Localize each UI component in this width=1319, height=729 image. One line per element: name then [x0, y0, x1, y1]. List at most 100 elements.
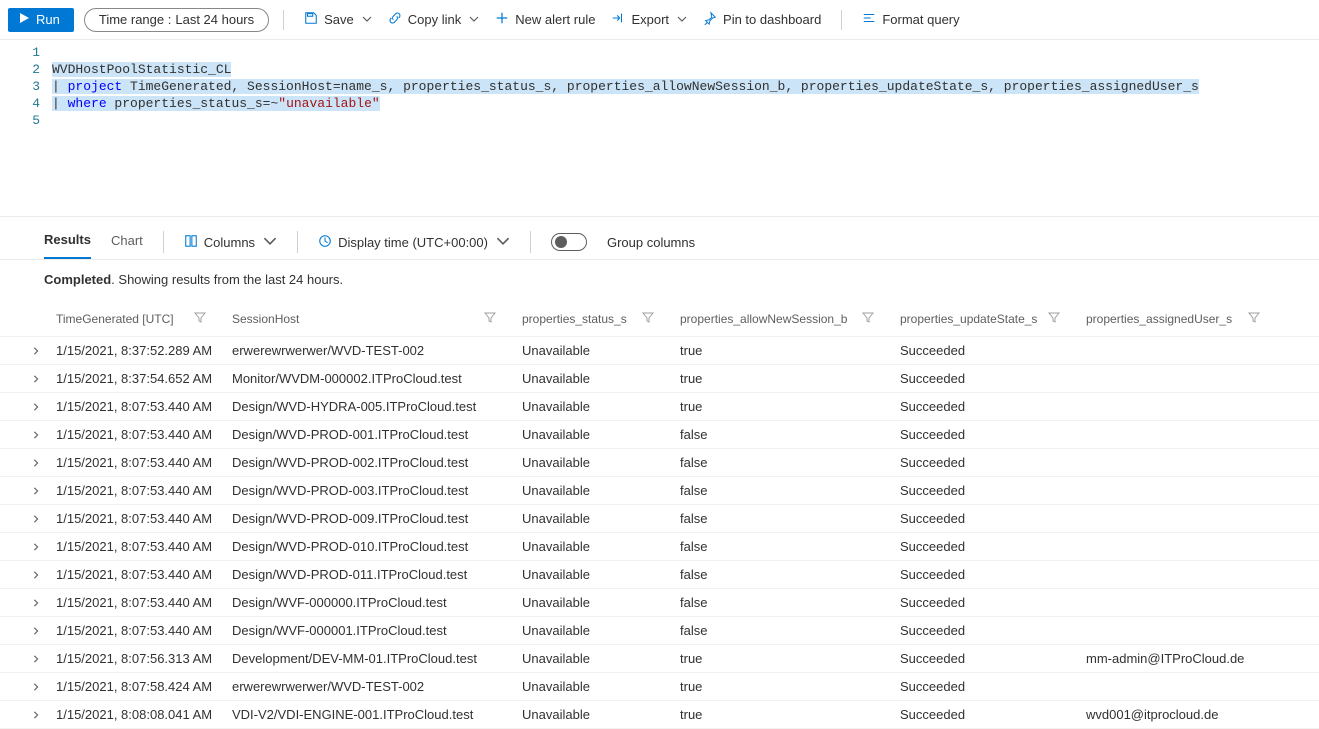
pin-button[interactable]: Pin to dashboard	[697, 7, 827, 32]
time-range-pill[interactable]: Time range : Last 24 hours	[84, 8, 269, 32]
cell-allow: false	[672, 591, 892, 614]
table-row[interactable]: 1/15/2021, 8:07:53.440 AMDesign/WVF-0000…	[0, 617, 1319, 645]
table-row[interactable]: 1/15/2021, 8:07:53.440 AMDesign/WVD-PROD…	[0, 477, 1319, 505]
cell-time: 1/15/2021, 8:07:53.440 AM	[48, 619, 224, 642]
cell-allow: true	[672, 395, 892, 418]
filter-icon[interactable]	[862, 311, 884, 326]
cell-time: 1/15/2021, 8:37:52.289 AM	[48, 339, 224, 362]
expand-row-icon[interactable]	[24, 594, 48, 612]
code-area[interactable]: WVDHostPoolStatistic_CL | project TimeGe…	[52, 40, 1319, 216]
filter-icon[interactable]	[1248, 311, 1270, 326]
col-updatestate[interactable]: properties_updateState_s	[892, 307, 1078, 330]
format-icon	[862, 11, 876, 28]
cell-time: 1/15/2021, 8:07:56.313 AM	[48, 647, 224, 670]
expand-row-icon[interactable]	[24, 426, 48, 444]
save-icon	[304, 11, 318, 28]
pin-icon	[703, 11, 717, 28]
results-grid: TimeGenerated [UTC] SessionHost properti…	[0, 301, 1319, 729]
time-range-label: Time range :	[99, 12, 172, 27]
table-row[interactable]: 1/15/2021, 8:07:58.424 AMerwerewrwerwer/…	[0, 673, 1319, 701]
chevron-down-icon	[360, 12, 372, 27]
expand-row-icon[interactable]	[24, 650, 48, 668]
cell-status: Unavailable	[514, 479, 672, 502]
cell-update: Succeeded	[892, 339, 1078, 362]
table-row[interactable]: 1/15/2021, 8:07:53.440 AMDesign/WVD-PROD…	[0, 421, 1319, 449]
filter-icon[interactable]	[1048, 311, 1070, 326]
link-icon	[388, 11, 402, 28]
table-row[interactable]: 1/15/2021, 8:07:53.440 AMDesign/WVD-PROD…	[0, 505, 1319, 533]
table-row[interactable]: 1/15/2021, 8:07:53.440 AMDesign/WVD-HYDR…	[0, 393, 1319, 421]
expand-row-icon[interactable]	[24, 454, 48, 472]
col-assigneduser[interactable]: properties_assignedUser_s	[1078, 307, 1278, 330]
expand-row-icon[interactable]	[24, 370, 48, 388]
cell-user	[1078, 459, 1278, 467]
filter-icon[interactable]	[194, 311, 216, 326]
cell-status: Unavailable	[514, 619, 672, 642]
separator	[530, 231, 531, 253]
plus-icon	[495, 11, 509, 28]
col-allownewsession[interactable]: properties_allowNewSession_b	[672, 307, 892, 330]
cell-update: Succeeded	[892, 423, 1078, 446]
copy-link-button[interactable]: Copy link	[382, 7, 485, 32]
expand-row-icon[interactable]	[24, 678, 48, 696]
cell-update: Succeeded	[892, 451, 1078, 474]
export-icon	[611, 11, 625, 28]
save-button[interactable]: Save	[298, 7, 378, 32]
table-row[interactable]: 1/15/2021, 8:07:56.313 AMDevelopment/DEV…	[0, 645, 1319, 673]
table-row[interactable]: 1/15/2021, 8:07:53.440 AMDesign/WVD-PROD…	[0, 561, 1319, 589]
expand-row-icon[interactable]	[24, 538, 48, 556]
cell-user	[1078, 515, 1278, 523]
cell-status: Unavailable	[514, 367, 672, 390]
cell-update: Succeeded	[892, 395, 1078, 418]
separator	[283, 10, 284, 30]
cell-allow: false	[672, 479, 892, 502]
cell-host: Design/WVD-PROD-011.ITProCloud.test	[224, 563, 514, 586]
cell-user	[1078, 543, 1278, 551]
display-time-button[interactable]: Display time (UTC+00:00)	[318, 234, 510, 251]
cell-status: Unavailable	[514, 591, 672, 614]
format-query-button[interactable]: Format query	[856, 7, 965, 32]
table-row[interactable]: 1/15/2021, 8:07:53.440 AMDesign/WVD-PROD…	[0, 449, 1319, 477]
table-row[interactable]: 1/15/2021, 8:08:08.041 AMVDI-V2/VDI-ENGI…	[0, 701, 1319, 729]
query-editor[interactable]: 12345 WVDHostPoolStatistic_CL | project …	[0, 40, 1319, 216]
expand-row-icon[interactable]	[24, 398, 48, 416]
cell-status: Unavailable	[514, 339, 672, 362]
tab-chart[interactable]: Chart	[111, 227, 143, 258]
run-button[interactable]: Run	[8, 8, 74, 32]
col-timegenerated[interactable]: TimeGenerated [UTC]	[48, 307, 224, 330]
new-alert-button[interactable]: New alert rule	[489, 7, 601, 32]
chevron-down-icon	[494, 234, 510, 251]
expand-row-icon[interactable]	[24, 510, 48, 528]
cell-allow: true	[672, 339, 892, 362]
col-sessionhost[interactable]: SessionHost	[224, 307, 514, 330]
col-status[interactable]: properties_status_s	[514, 307, 672, 330]
columns-icon	[184, 234, 198, 251]
cell-host: Design/WVD-PROD-009.ITProCloud.test	[224, 507, 514, 530]
cell-update: Succeeded	[892, 675, 1078, 698]
group-columns-toggle[interactable]	[551, 233, 587, 251]
separator	[297, 231, 298, 253]
expand-row-icon[interactable]	[24, 482, 48, 500]
cell-status: Unavailable	[514, 451, 672, 474]
cell-host: Monitor/WVDM-000002.ITProCloud.test	[224, 367, 514, 390]
group-columns-label: Group columns	[607, 235, 695, 250]
columns-button[interactable]: Columns	[184, 234, 277, 251]
table-row[interactable]: 1/15/2021, 8:37:54.652 AMMonitor/WVDM-00…	[0, 365, 1319, 393]
tab-results[interactable]: Results	[44, 226, 91, 259]
expand-row-icon[interactable]	[24, 706, 48, 724]
expand-row-icon[interactable]	[24, 622, 48, 640]
table-row[interactable]: 1/15/2021, 8:07:53.440 AMDesign/WVD-PROD…	[0, 533, 1319, 561]
cell-host: Design/WVF-000000.ITProCloud.test	[224, 591, 514, 614]
cell-user	[1078, 683, 1278, 691]
cell-time: 1/15/2021, 8:07:58.424 AM	[48, 675, 224, 698]
cell-allow: false	[672, 535, 892, 558]
chevron-down-icon	[467, 12, 479, 27]
expand-row-icon[interactable]	[24, 566, 48, 584]
filter-icon[interactable]	[642, 311, 664, 326]
filter-icon[interactable]	[484, 311, 506, 326]
table-row[interactable]: 1/15/2021, 8:07:53.440 AMDesign/WVF-0000…	[0, 589, 1319, 617]
cell-host: erwerewrwerwer/WVD-TEST-002	[224, 339, 514, 362]
export-button[interactable]: Export	[605, 7, 693, 32]
table-row[interactable]: 1/15/2021, 8:37:52.289 AMerwerewrwerwer/…	[0, 337, 1319, 365]
expand-row-icon[interactable]	[24, 342, 48, 360]
